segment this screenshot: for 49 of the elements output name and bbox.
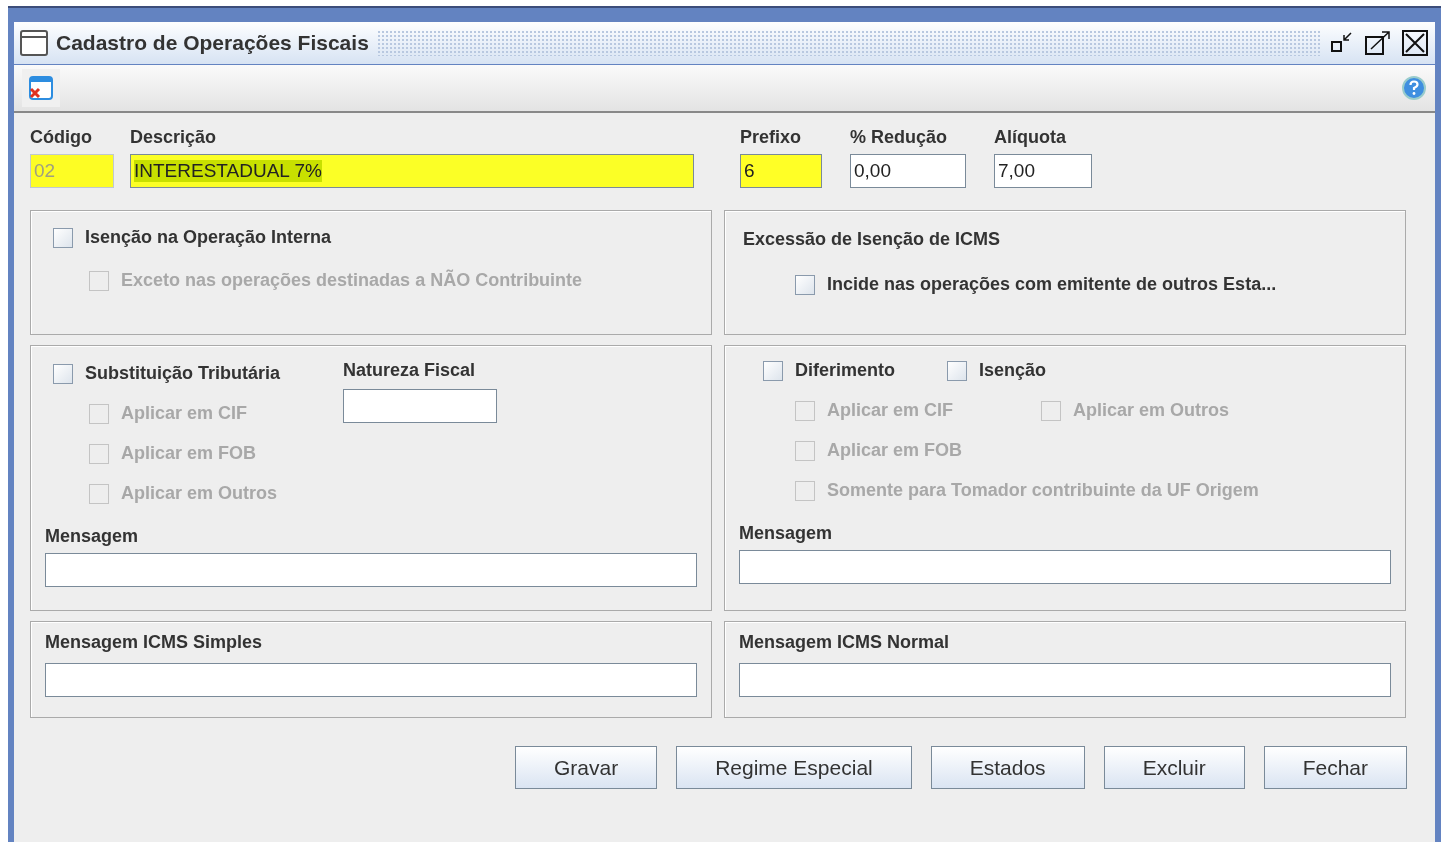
field-label: Mensagem ICMS Simples	[45, 632, 264, 653]
checkbox-label: Aplicar em CIF	[827, 400, 954, 421]
input-field[interactable]	[45, 553, 697, 587]
checkbox-label: Incide nas operações com emitente de outros Esta...	[827, 274, 1277, 295]
checkbox-label: Aplicar em FOB	[121, 443, 257, 464]
field-label: Natureza Fiscal	[343, 360, 477, 381]
action-button[interactable]: Regime Especial	[676, 746, 912, 789]
checkbox-label: Somente para Tomador contribuinte da UF Origem	[827, 480, 1259, 501]
action-button[interactable]: Excluir	[1103, 746, 1245, 789]
input-field[interactable]: INTERESTADUAL 7%	[130, 154, 694, 188]
field-label: Mensagem	[739, 523, 834, 544]
panel-title: Excessão de Isenção de ICMS	[743, 229, 1002, 250]
window-title: Cadastro de Operações Fiscais	[56, 31, 369, 55]
checkbox-label: Aplicar em FOB	[827, 440, 963, 461]
checkbox-label: Diferimento	[795, 360, 895, 381]
checkbox[interactable]	[795, 274, 815, 295]
action-button[interactable]: Gravar	[514, 746, 658, 789]
checkbox[interactable]	[947, 360, 967, 381]
checkbox-label: Substituição Tributária	[85, 363, 281, 384]
help-icon[interactable]	[1401, 75, 1427, 101]
field-label: Mensagem	[45, 526, 140, 547]
input-field[interactable]: 6	[740, 154, 822, 188]
checkbox-label: Isenção na Operação Interna	[85, 227, 332, 248]
field-label: % Redução	[850, 127, 949, 148]
action-button[interactable]: Fechar	[1263, 746, 1407, 789]
maximize-icon[interactable]	[1363, 30, 1393, 56]
action-button[interactable]: Estados	[930, 746, 1085, 789]
checkbox-label: Exceto nas operações destinadas a NÃO Contribuinte	[121, 270, 583, 291]
input-field[interactable]	[739, 550, 1391, 584]
field-label: Código	[30, 127, 93, 148]
close-icon[interactable]	[1401, 29, 1429, 57]
checkbox-label: Aplicar em Outros	[1073, 400, 1230, 421]
checkbox[interactable]	[53, 227, 73, 248]
input-field[interactable]	[343, 389, 497, 423]
window-icon	[20, 30, 48, 56]
checkbox-label: Isenção	[979, 360, 1047, 381]
field-label: Descrição	[130, 127, 218, 148]
input-field[interactable]	[739, 663, 1391, 697]
input-field[interactable]: 7,00	[994, 154, 1092, 188]
field-label: Prefixo	[740, 127, 803, 148]
input-field[interactable]	[45, 663, 697, 697]
field-label: Mensagem ICMS Normal	[739, 632, 951, 653]
field-label: Alíquota	[994, 127, 1067, 148]
close-window-button[interactable]	[22, 69, 60, 107]
checkbox-label: Aplicar em CIF	[121, 403, 248, 424]
checkbox-label: Aplicar em Outros	[121, 483, 278, 504]
checkbox[interactable]	[763, 360, 783, 381]
input-field[interactable]: 0,00	[850, 154, 966, 188]
checkbox[interactable]	[53, 363, 73, 384]
